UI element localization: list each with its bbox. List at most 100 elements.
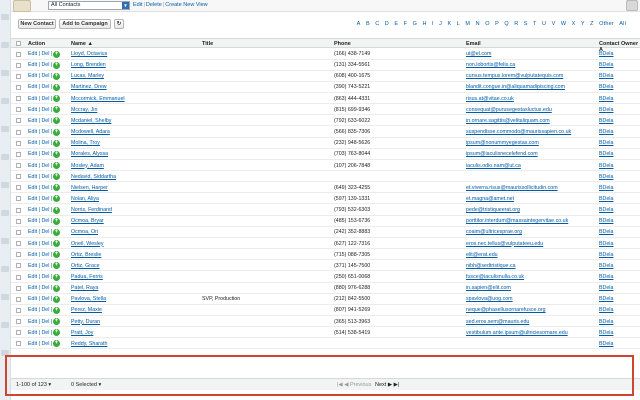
add-icon[interactable]: + [53, 284, 60, 292]
contact-owner-link[interactable]: BDela [599, 229, 613, 235]
row-checkbox[interactable] [16, 118, 21, 124]
add-icon[interactable]: + [53, 162, 60, 169]
row-del-link[interactable]: Del [41, 296, 49, 302]
add-icon[interactable]: + [53, 206, 60, 214]
contact-email-link[interactable]: fusce@iaculisnulla.co.uk [466, 274, 524, 280]
alpha-filter-letter[interactable]: E [394, 21, 398, 27]
contact-email-link[interactable]: nibh@sedtristique.ca [466, 263, 516, 269]
add-icon[interactable]: + [53, 106, 60, 114]
contact-email-link[interactable]: porttitor.interdum@massaintegervitae.co.… [466, 218, 568, 224]
contact-name-link[interactable]: Martinez, Drew [71, 84, 107, 90]
contact-owner-link[interactable]: BDela [599, 174, 613, 180]
row-checkbox[interactable] [16, 330, 21, 336]
row-checkbox[interactable] [16, 51, 21, 57]
row-edit-link[interactable]: Edit [28, 107, 37, 113]
sidebar-icon[interactable] [1, 182, 9, 188]
row-edit-link[interactable]: Edit [28, 185, 37, 191]
next-page[interactable]: Next ▶ ▶| [375, 382, 399, 388]
contact-email-link[interactable]: spavlova@uog.com [466, 296, 513, 302]
alpha-filter-letter[interactable]: Y [581, 21, 585, 27]
add-icon[interactable]: + [53, 139, 60, 147]
contact-name-link[interactable]: Mccormick, Emmanuel [71, 96, 125, 102]
contact-name-link[interactable]: Oneil, Wesley [71, 241, 104, 247]
row-del-link[interactable]: Del [41, 96, 49, 102]
add-icon[interactable]: + [53, 150, 60, 158]
row-checkbox[interactable] [16, 341, 21, 347]
row-edit-link[interactable]: Edit [28, 151, 37, 157]
contact-name-link[interactable]: Ocmoa, Bryar [71, 218, 104, 224]
add-icon[interactable]: + [53, 61, 60, 69]
row-edit-link[interactable]: Edit [28, 296, 37, 302]
chevron-down-icon[interactable]: ▼ [122, 2, 129, 9]
contact-name-link[interactable]: Mcdaniel, Shelby [71, 118, 111, 124]
row-checkbox[interactable] [16, 218, 21, 224]
sidebar-icon[interactable] [1, 294, 9, 300]
alpha-filter-letter[interactable]: O [485, 21, 489, 27]
alpha-filter-letter[interactable]: C [375, 21, 379, 27]
contact-name-link[interactable]: Lloyd, Octavius [71, 51, 107, 57]
row-checkbox[interactable] [16, 73, 21, 79]
alpha-filter-letter[interactable]: R [514, 21, 518, 27]
alpha-filter-letter[interactable]: X [572, 21, 576, 27]
row-edit-link[interactable]: Edit [28, 307, 37, 313]
row-checkbox[interactable] [16, 241, 21, 247]
contact-email-link[interactable]: coaim@ultricesprae.org [466, 229, 522, 235]
row-del-link[interactable]: Del [41, 274, 49, 280]
row-edit-link[interactable]: Edit [28, 263, 37, 269]
contact-owner-link[interactable]: BDela [599, 129, 613, 135]
contact-email-link[interactable]: in.ornare.sagittis@velitaliquam.com [466, 118, 550, 124]
contact-owner-link[interactable]: BDela [599, 319, 613, 325]
sidebar-icon[interactable] [1, 266, 9, 272]
alpha-filter-letter[interactable]: H [422, 21, 426, 27]
add-icon[interactable]: + [53, 295, 60, 303]
row-del-link[interactable]: Del [41, 107, 49, 113]
contact-owner-link[interactable]: BDela [599, 140, 613, 146]
row-del-link[interactable]: Del [41, 163, 49, 169]
contact-email-link[interactable]: iaculis.odio.nam@ut.ca [466, 163, 521, 169]
contact-owner-link[interactable]: BDela [599, 341, 613, 347]
contact-owner-link[interactable]: BDela [599, 274, 613, 280]
contact-email-link[interactable]: non.lobortis@felis.ca [466, 62, 515, 68]
row-checkbox[interactable] [16, 84, 21, 90]
contact-name-link[interactable]: Ortiz, Grace [71, 263, 100, 269]
row-edit-link[interactable]: Edit [28, 73, 37, 79]
add-icon[interactable]: + [53, 117, 60, 125]
contact-email-link[interactable]: consequat@purusegestasluctus.edu [466, 107, 552, 113]
contact-name-link[interactable]: Lucas, Marley [71, 73, 104, 79]
row-del-link[interactable]: Del [41, 319, 49, 325]
contact-email-link[interactable]: vestibulum.ante.ipsum@ultriciesornare.ed… [466, 330, 568, 336]
contact-email-link[interactable]: in.sapien@elit.com [466, 285, 511, 291]
contact-name-link[interactable]: Morales, Alyssa [71, 151, 108, 157]
record-range[interactable]: 1-100 of 123 ▾ [16, 382, 51, 388]
row-checkbox[interactable] [16, 285, 21, 291]
row-del-link[interactable]: Del [41, 151, 49, 157]
row-edit-link[interactable]: Edit [28, 207, 37, 213]
contact-name-link[interactable]: Mcdowell, Adara [71, 129, 110, 135]
row-del-link[interactable]: Del [41, 285, 49, 291]
contact-owner-link[interactable]: BDela [599, 96, 613, 102]
add-icon[interactable]: + [53, 83, 60, 91]
alpha-filter-letter[interactable]: W [561, 21, 566, 27]
sidebar-icon[interactable] [1, 238, 9, 244]
alpha-filter-letter[interactable]: N [476, 21, 480, 27]
contact-email-link[interactable]: sed.eros.sem@mauris.edu [466, 319, 529, 325]
row-checkbox[interactable] [16, 207, 21, 213]
contact-owner-link[interactable]: BDela [599, 163, 613, 169]
selected-count[interactable]: 0 Selected ▾ [71, 382, 101, 388]
alpha-filter-letter[interactable]: D [385, 21, 389, 27]
contact-owner-link[interactable]: BDela [599, 252, 613, 258]
add-icon[interactable]: + [53, 273, 60, 281]
row-edit-link[interactable]: Edit [28, 229, 37, 235]
alpha-filter-letter[interactable]: A [357, 21, 361, 27]
contact-email-link[interactable]: et.magna@amet.net [466, 196, 514, 202]
alpha-filter-letter[interactable]: Z [590, 21, 594, 27]
row-del-link[interactable]: Del [41, 341, 49, 347]
row-edit-link[interactable]: Edit [28, 118, 37, 124]
contact-email-link[interactable]: risus.at@vitae.co.uk [466, 96, 514, 102]
row-del-link[interactable]: Del [41, 185, 49, 191]
row-checkbox[interactable] [16, 140, 21, 146]
column-phone[interactable]: Phone [334, 41, 351, 47]
alpha-filter-letter[interactable]: B [366, 21, 370, 27]
contact-owner-link[interactable]: BDela [599, 51, 613, 57]
row-checkbox[interactable] [16, 107, 21, 113]
